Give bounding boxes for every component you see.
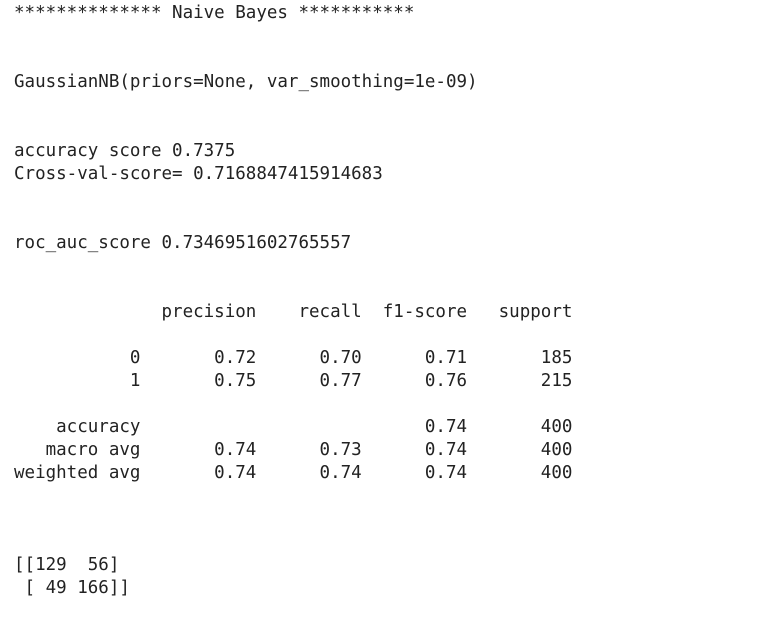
output-line: Cross-val-score= 0.7168847415914683 bbox=[14, 164, 383, 184]
output-line: weighted avg 0.74 0.74 0.74 400 bbox=[14, 463, 573, 483]
output-line: accuracy 0.74 400 bbox=[14, 417, 573, 437]
output-line: [[129 56] bbox=[14, 555, 120, 575]
output-line: ************** Naive Bayes *********** bbox=[14, 3, 415, 23]
notebook-output: ************** Naive Bayes *********** Ga… bbox=[14, 2, 572, 600]
output-line: roc_auc_score 0.7346951602765557 bbox=[14, 233, 352, 253]
output-line: precision recall f1-score support bbox=[14, 302, 573, 322]
output-line: macro avg 0.74 0.73 0.74 400 bbox=[14, 440, 573, 460]
output-line: 0 0.72 0.70 0.71 185 bbox=[14, 348, 573, 368]
output-line: [ 49 166]] bbox=[14, 578, 130, 598]
output-line: 1 0.75 0.77 0.76 215 bbox=[14, 371, 573, 391]
output-line: GaussianNB(priors=None, var_smoothing=1e… bbox=[14, 72, 478, 92]
output-line: accuracy score 0.7375 bbox=[14, 141, 236, 161]
